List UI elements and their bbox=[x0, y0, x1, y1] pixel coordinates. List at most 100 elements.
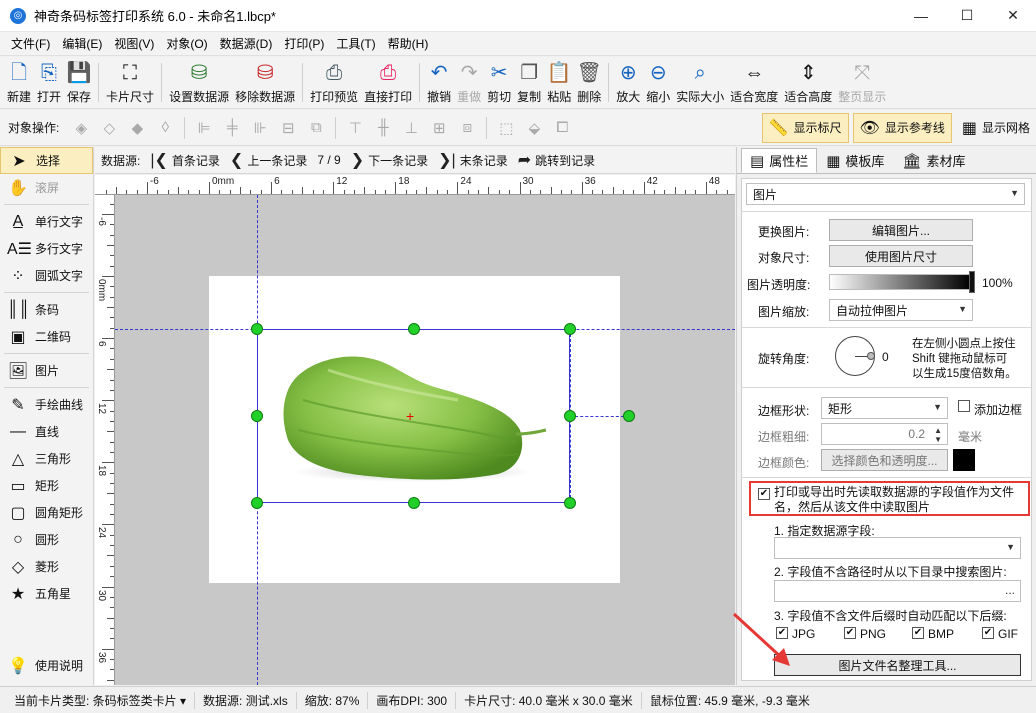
first-record-button[interactable]: |❮ 首条记录 bbox=[150, 150, 220, 170]
remove-datasource-button[interactable]: ⛁ 移除数据源 bbox=[232, 57, 298, 108]
distribute-v-icon[interactable]: ⧈ bbox=[456, 117, 478, 139]
border-color-button[interactable]: 选择颜色和透明度... bbox=[821, 449, 948, 471]
paste-button[interactable]: 📋 粘贴 bbox=[544, 57, 574, 108]
close-button[interactable]: ✕ bbox=[990, 0, 1036, 31]
card-size-button[interactable]: ⛶ 卡片尺寸 bbox=[103, 57, 157, 108]
tool-freehand[interactable]: ✎ 手绘曲线 bbox=[0, 391, 93, 418]
actual-size-button[interactable]: ⌕ 实际大小 bbox=[673, 57, 727, 108]
ext-bmp-checkbox[interactable]: ✔ bbox=[912, 627, 924, 639]
transparency-slider[interactable] bbox=[829, 274, 971, 290]
tool-select[interactable]: ➤ 选择 bbox=[0, 147, 93, 174]
resize-handle-top[interactable] bbox=[408, 323, 420, 335]
full-page-button[interactable]: ⤧ 整页显示 bbox=[835, 57, 889, 108]
lock-icon[interactable]: ⧠ bbox=[551, 117, 573, 139]
direct-print-button[interactable]: ⎙ 直接打印 bbox=[361, 57, 415, 108]
read-from-ds-checkbox[interactable]: ✔ bbox=[758, 488, 770, 500]
align-bottom-icon[interactable]: ⊥ bbox=[400, 117, 422, 139]
print-preview-button[interactable]: ⎙ 打印预览 bbox=[307, 57, 361, 108]
same-width-icon[interactable]: ⊟ bbox=[277, 117, 299, 139]
cut-button[interactable]: ✂ 剪切 bbox=[484, 57, 514, 108]
scale-select[interactable]: 自动拉伸图片 ▼ bbox=[829, 299, 973, 321]
tool-star[interactable]: ★ 五角星 bbox=[0, 580, 93, 607]
tool-image[interactable]: 🖼 图片 bbox=[0, 357, 93, 384]
menu-edit[interactable]: 编辑(E) bbox=[56, 35, 108, 52]
tool-scroll[interactable]: ✋ 滚屏 bbox=[0, 174, 93, 201]
tool-single-text[interactable]: A̲ 单行文字 bbox=[0, 208, 93, 235]
resize-handle-left[interactable] bbox=[251, 410, 263, 422]
resize-handle-bottom-left[interactable] bbox=[251, 497, 263, 509]
resize-handle-right[interactable] bbox=[564, 410, 576, 422]
datasource-field-select[interactable]: ▼ bbox=[774, 537, 1021, 559]
tool-line[interactable]: — 直线 bbox=[0, 418, 93, 445]
tool-barcode[interactable]: ║║ 条码 bbox=[0, 296, 93, 323]
align-middle-icon[interactable]: ╫ bbox=[372, 117, 394, 139]
filename-organize-tool-button[interactable]: 图片文件名整理工具... bbox=[774, 654, 1021, 676]
stepper-arrows-icon[interactable]: ▲ ▼ bbox=[934, 426, 942, 444]
rotation-dial[interactable] bbox=[835, 336, 875, 376]
menu-object[interactable]: 对象(O) bbox=[160, 35, 213, 52]
use-image-size-button[interactable]: 使用图片尺寸 bbox=[829, 245, 973, 267]
browse-button[interactable]: ... bbox=[1005, 583, 1015, 597]
zoom-in-button[interactable]: ⊕ 放大 bbox=[613, 57, 643, 108]
tool-help[interactable]: 💡 使用说明 bbox=[0, 652, 83, 679]
set-datasource-button[interactable]: ⛁ 设置数据源 bbox=[166, 57, 232, 108]
border-width-stepper[interactable]: 0.2 ▲ ▼ bbox=[821, 423, 948, 445]
resize-handle-top-left[interactable] bbox=[251, 323, 263, 335]
menu-print[interactable]: 打印(P) bbox=[278, 35, 330, 52]
edit-image-button[interactable]: 编辑图片... bbox=[829, 219, 973, 241]
distribute-h-icon[interactable]: ⧉ bbox=[305, 117, 327, 139]
next-record-button[interactable]: ❯ 下一条记录 bbox=[351, 150, 428, 170]
tool-qrcode[interactable]: ▣ 二维码 bbox=[0, 323, 93, 350]
rotation-dial-knob[interactable] bbox=[867, 352, 875, 360]
align-center-icon[interactable]: ╪ bbox=[221, 117, 243, 139]
resize-handle-bottom-right[interactable] bbox=[564, 497, 576, 509]
fit-height-button[interactable]: ⇕ 适合高度 bbox=[781, 57, 835, 108]
maximize-button[interactable]: ☐ bbox=[944, 0, 990, 31]
menu-tools[interactable]: 工具(T) bbox=[330, 35, 381, 52]
rotation-handle[interactable] bbox=[623, 410, 635, 422]
prev-record-button[interactable]: ❮ 上一条记录 bbox=[230, 150, 307, 170]
tab-properties[interactable]: ▤ 属性栏 bbox=[741, 148, 818, 173]
bring-forward-icon[interactable]: ◇ bbox=[98, 117, 120, 139]
send-backward-icon[interactable]: ◆ bbox=[126, 117, 148, 139]
copy-button[interactable]: ❐ 复制 bbox=[514, 57, 544, 108]
tool-arc-text[interactable]: ⁘ 圆弧文字 bbox=[0, 262, 93, 289]
design-canvas[interactable]: + bbox=[115, 195, 735, 685]
minimize-button[interactable]: — bbox=[898, 0, 944, 31]
resize-handle-bottom[interactable] bbox=[408, 497, 420, 509]
border-color-swatch[interactable] bbox=[953, 449, 975, 471]
tool-rect[interactable]: ▭ 矩形 bbox=[0, 472, 93, 499]
zoom-out-button[interactable]: ⊖ 缩小 bbox=[643, 57, 673, 108]
same-height-icon[interactable]: ⊞ bbox=[428, 117, 450, 139]
tool-diamond[interactable]: ◇ 菱形 bbox=[0, 553, 93, 580]
delete-button[interactable]: 🗑 删除 bbox=[574, 57, 604, 108]
last-record-button[interactable]: ❯| 末条记录 bbox=[438, 150, 508, 170]
status-card-type[interactable]: 当前卡片类型: 条码标签类卡片 ▾ bbox=[6, 691, 196, 709]
tab-templates[interactable]: ▦ 模板库 bbox=[817, 148, 893, 173]
menu-help[interactable]: 帮助(H) bbox=[382, 35, 435, 52]
group-icon[interactable]: ⬚ bbox=[495, 117, 517, 139]
align-top-icon[interactable]: ⊤ bbox=[344, 117, 366, 139]
tool-round-rect[interactable]: ▢ 圆角矩形 bbox=[0, 499, 93, 526]
undo-button[interactable]: ↶ 撤销 bbox=[424, 57, 454, 108]
save-button[interactable]: 💾 保存 bbox=[64, 57, 94, 108]
ext-gif-checkbox[interactable]: ✔ bbox=[982, 627, 994, 639]
border-shape-select[interactable]: 矩形 ▼ bbox=[821, 397, 948, 419]
align-right-icon[interactable]: ⊪ bbox=[249, 117, 271, 139]
add-border-checkbox[interactable] bbox=[958, 400, 970, 412]
ungroup-icon[interactable]: ⬙ bbox=[523, 117, 545, 139]
show-grid-toggle[interactable]: ▦ 显示网格 bbox=[956, 113, 1036, 143]
redo-button[interactable]: ↷ 重做 bbox=[454, 57, 484, 108]
fit-width-button[interactable]: ⇔ 适合宽度 bbox=[727, 57, 781, 108]
tool-triangle[interactable]: △ 三角形 bbox=[0, 445, 93, 472]
new-button[interactable]: 🗋 新建 bbox=[4, 57, 34, 108]
tab-materials[interactable]: 🏛 素材库 bbox=[893, 148, 974, 173]
show-guides-toggle[interactable]: 👁 显示参考线 bbox=[852, 112, 952, 143]
align-left-icon[interactable]: ⊫ bbox=[193, 117, 215, 139]
show-ruler-toggle[interactable]: 📏 显示标尺 bbox=[761, 112, 849, 143]
ext-png-checkbox[interactable]: ✔ bbox=[844, 627, 856, 639]
object-type-select[interactable]: 图片 ▼ bbox=[746, 183, 1025, 205]
menu-view[interactable]: 视图(V) bbox=[108, 35, 160, 52]
jump-record-button[interactable]: ➦ 跳转到记录 bbox=[518, 150, 595, 170]
open-button[interactable]: ⎘ 打开 bbox=[34, 57, 64, 108]
